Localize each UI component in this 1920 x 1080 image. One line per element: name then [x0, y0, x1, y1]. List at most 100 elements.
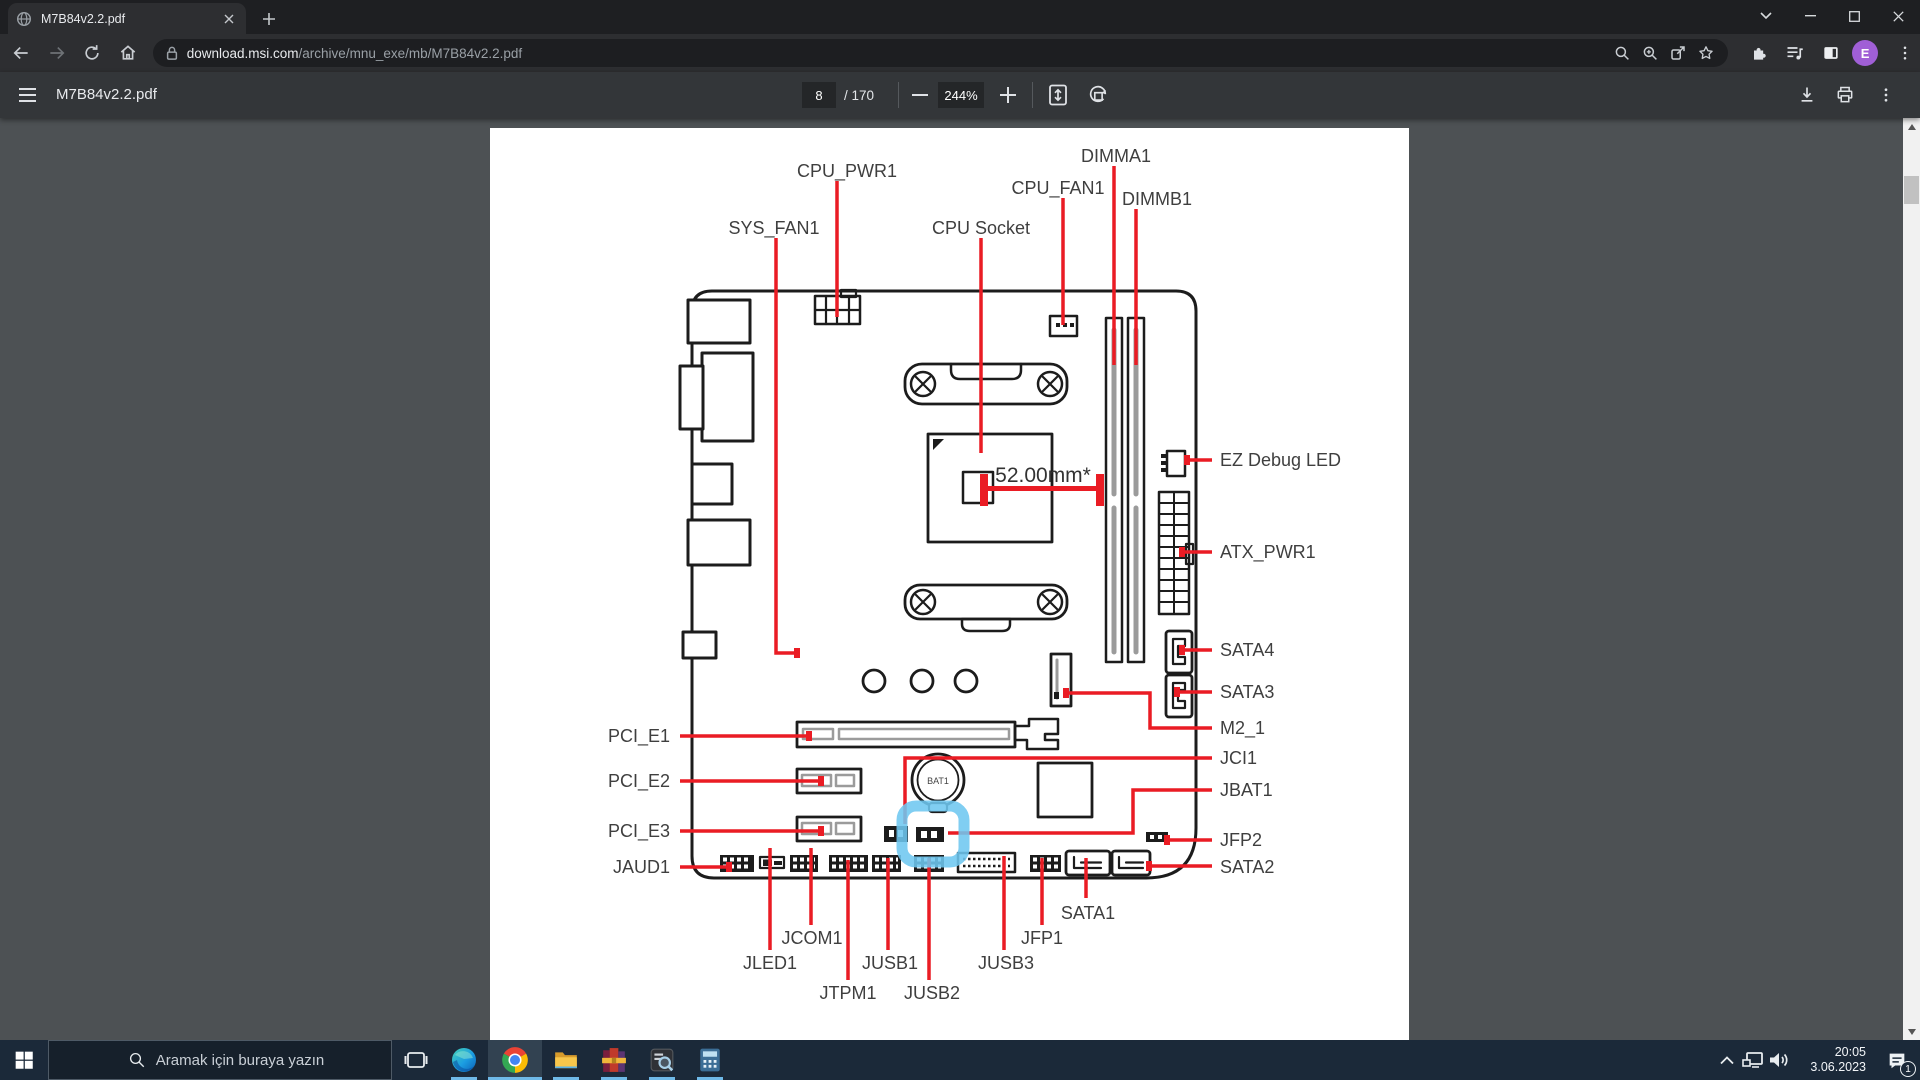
- profile-avatar[interactable]: E: [1852, 40, 1878, 66]
- winrar-icon: [601, 1047, 627, 1073]
- close-window-button[interactable]: [1876, 0, 1920, 32]
- back-button[interactable]: [6, 38, 36, 68]
- tab-search-chevron-icon[interactable]: [1744, 0, 1788, 32]
- side-panel-icon[interactable]: [1816, 38, 1846, 68]
- task-view-button[interactable]: [392, 1040, 440, 1080]
- diagram-label-jusb1: JUSB1: [862, 953, 918, 973]
- start-button[interactable]: [0, 1040, 48, 1080]
- magnifier-app-icon: [649, 1047, 675, 1073]
- url-path: /archive/mnu_exe/mb/M7B84v2.2.pdf: [299, 46, 523, 61]
- calculator-icon: [697, 1047, 723, 1073]
- toolbar-divider: [1032, 82, 1033, 108]
- hidden-icons-chevron[interactable]: [1714, 1040, 1740, 1080]
- diagram-dimension-label: 52.00mm*: [995, 464, 1091, 487]
- url-omnibox[interactable]: download.msi.com/archive/mnu_exe/mb/M7B8…: [153, 39, 1728, 67]
- taskbar-chrome-button[interactable]: [488, 1040, 542, 1080]
- search-placeholder: Aramak için buraya yazın: [156, 1052, 324, 1069]
- taskbar-spacer: [734, 1040, 1714, 1080]
- diagram-label-pci-e3: PCI_E3: [608, 821, 670, 842]
- diagram-label-pci-e2: PCI_E2: [608, 771, 670, 792]
- zoom-out-button[interactable]: [906, 81, 934, 109]
- taskbar-edge-button[interactable]: [440, 1040, 488, 1080]
- diagram-label-sata3: SATA3: [1220, 682, 1274, 702]
- action-center-button[interactable]: 1: [1874, 1040, 1920, 1080]
- diagram-label-cpu-socket: CPU Socket: [932, 218, 1030, 238]
- page-total: / 170: [844, 88, 874, 103]
- reload-button[interactable]: [77, 38, 107, 68]
- scrollbar-down-arrow[interactable]: [1903, 1023, 1920, 1040]
- task-view-icon: [404, 1048, 428, 1072]
- scrollbar-thumb[interactable]: [1904, 176, 1919, 204]
- forward-button[interactable]: [42, 38, 72, 68]
- system-tray: 20:05 3.06.2023 1: [1714, 1040, 1920, 1080]
- pdf-toolbar: M7B84v2.2.pdf / 170 244%: [0, 72, 1920, 118]
- tab-title: M7B84v2.2.pdf: [41, 12, 220, 26]
- zoom-in-button[interactable]: [994, 81, 1022, 109]
- search-glyph-icon: [128, 1051, 146, 1069]
- page-number-input[interactable]: [802, 82, 836, 108]
- home-button[interactable]: [113, 38, 143, 68]
- extensions-puzzle-icon[interactable]: [1744, 38, 1774, 68]
- diagram-label-jtpm1: JTPM1: [819, 983, 876, 1003]
- browser-menu-dots-icon[interactable]: [1890, 38, 1920, 68]
- fit-page-button[interactable]: [1044, 81, 1072, 109]
- windows-taskbar: Aramak için buraya yazın: [0, 1040, 1920, 1080]
- diagram-label-jfp1: JFP1: [1021, 928, 1063, 948]
- pdf-title: M7B84v2.2.pdf: [56, 86, 157, 103]
- print-button[interactable]: [1831, 81, 1859, 109]
- diagram-label-jusb2: JUSB2: [904, 983, 960, 1003]
- notification-badge: 1: [1900, 1061, 1916, 1077]
- maximize-button[interactable]: [1832, 0, 1876, 32]
- pdf-more-menu-icon[interactable]: [1872, 81, 1900, 109]
- taskbar-winrar-button[interactable]: [590, 1040, 638, 1080]
- chrome-icon: [501, 1046, 529, 1074]
- zoom-icon[interactable]: [1636, 39, 1664, 67]
- windows-logo-icon: [14, 1050, 34, 1070]
- taskbar-magnifier-app-button[interactable]: [638, 1040, 686, 1080]
- network-icon[interactable]: [1740, 1040, 1766, 1080]
- diagram-label-m2-1: M2_1: [1220, 718, 1265, 739]
- share-icon[interactable]: [1664, 39, 1692, 67]
- taskbar-file-explorer-button[interactable]: [542, 1040, 590, 1080]
- diagram-label-jaud1: JAUD1: [613, 857, 670, 877]
- pdf-viewer: CPU_PWR1 DIMMA1 CPU_FAN1 DIMMB1 SYS_FAN1…: [0, 118, 1920, 1040]
- tab-strip: M7B84v2.2.pdf: [0, 0, 1920, 34]
- diagram-label-cpu-pwr1: CPU_PWR1: [797, 161, 897, 182]
- diagram-label-sata1: SATA1: [1061, 903, 1115, 923]
- window-controls: [1744, 0, 1920, 32]
- diagram-battery-label: BAT1: [927, 776, 949, 786]
- rotate-button[interactable]: [1084, 81, 1112, 109]
- file-explorer-icon: [553, 1047, 579, 1073]
- taskbar-calculator-button[interactable]: [686, 1040, 734, 1080]
- scrollbar-up-arrow[interactable]: [1903, 118, 1920, 135]
- bookmark-star-icon[interactable]: [1692, 39, 1720, 67]
- diagram-label-sata4: SATA4: [1220, 640, 1274, 660]
- diagram-label-atx-pwr1: ATX_PWR1: [1220, 542, 1316, 563]
- taskbar-clock[interactable]: 20:05 3.06.2023: [1800, 1045, 1866, 1075]
- playlist-extension-icon[interactable]: [1780, 38, 1810, 68]
- minimize-button[interactable]: [1788, 0, 1832, 32]
- volume-icon[interactable]: [1766, 1040, 1792, 1080]
- taskbar-search-input[interactable]: Aramak için buraya yazın: [48, 1040, 392, 1080]
- search-icon[interactable]: [1608, 39, 1636, 67]
- screen: M7B84v2.2.pdf: [0, 0, 1920, 1080]
- diagram-label-cpu-fan1: CPU_FAN1: [1011, 178, 1104, 199]
- diagram-label-jusb3: JUSB3: [978, 953, 1034, 973]
- diagram-label-sata2: SATA2: [1220, 857, 1274, 877]
- download-button[interactable]: [1793, 81, 1821, 109]
- diagram-label-dimma1: DIMMA1: [1081, 146, 1151, 166]
- pdf-scrollbar[interactable]: [1903, 118, 1920, 1040]
- tab-close-icon[interactable]: [220, 10, 238, 28]
- motherboard-outline-group: [680, 290, 1196, 878]
- diagram-label-jbat1: JBAT1: [1220, 780, 1273, 800]
- zoom-level[interactable]: 244%: [938, 82, 984, 108]
- new-tab-button[interactable]: [256, 6, 282, 32]
- url-domain: download.msi.com: [187, 46, 299, 61]
- diagram-label-sys-fan1: SYS_FAN1: [728, 218, 819, 239]
- diagram-label-jcom1: JCOM1: [781, 928, 842, 948]
- browser-tab[interactable]: M7B84v2.2.pdf: [8, 3, 246, 34]
- lock-icon: [165, 45, 179, 61]
- extensions-row: E: [1738, 38, 1920, 68]
- pdf-menu-icon[interactable]: [16, 83, 40, 107]
- edge-icon: [450, 1046, 478, 1074]
